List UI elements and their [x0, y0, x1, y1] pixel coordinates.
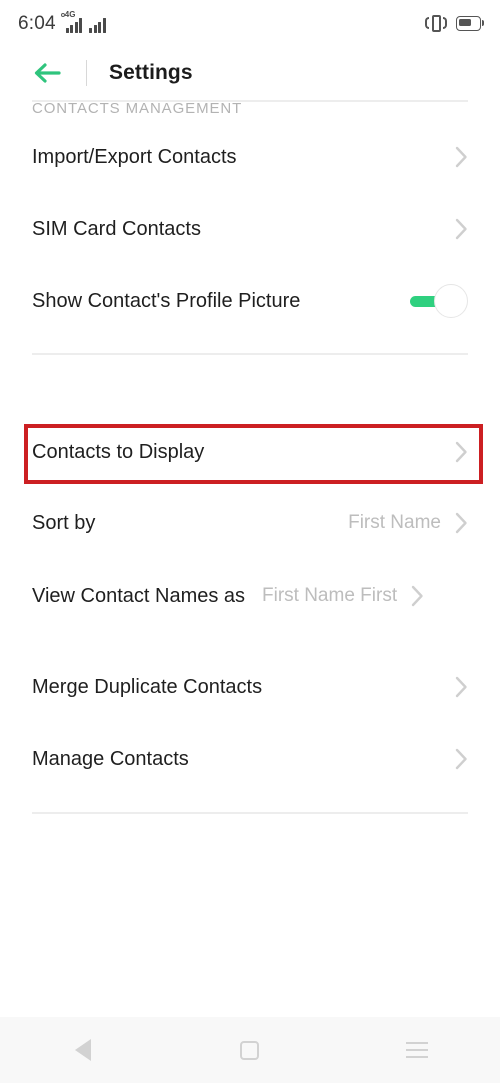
list-item-label: SIM Card Contacts — [32, 217, 201, 240]
status-bar-right — [424, 14, 484, 33]
toggle-knob — [434, 284, 468, 318]
status-bar: 6:04 4G — [0, 0, 500, 46]
list-item-label: Merge Duplicate Contacts — [32, 675, 263, 698]
status-bar-left: 6:04 4G — [18, 9, 106, 34]
app-header: Settings — [0, 46, 500, 100]
divider-above-section — [32, 353, 468, 355]
chevron-right-icon — [455, 441, 468, 463]
divider-below-list — [32, 812, 468, 814]
chevron-right-icon — [411, 585, 424, 607]
page-title: Settings — [109, 61, 193, 84]
signal-bars-icon — [65, 17, 83, 33]
list-item-contacts-to-display[interactable]: Contacts to Display — [0, 425, 500, 479]
list-item-merge-duplicate-contacts[interactable]: Merge Duplicate Contacts — [0, 660, 500, 714]
settings-screen: 6:04 4G Settings Import/Export Contacts … — [0, 0, 500, 1083]
network-type-label: 4G — [64, 9, 76, 19]
list-item-label: Import/Export Contacts — [32, 145, 237, 168]
status-bar-clock: 6:04 — [18, 12, 56, 34]
battery-icon — [456, 15, 484, 31]
chevron-right-icon — [455, 676, 468, 698]
nav-home-icon[interactable] — [205, 1017, 295, 1083]
list-item-import-export-contacts[interactable]: Import/Export Contacts — [0, 130, 500, 184]
list-item-label: Show Contact's Profile Picture — [32, 289, 301, 312]
list-item-label: View Contact Names as — [32, 584, 246, 607]
list-item-sim-card-contacts[interactable]: SIM Card Contacts — [0, 202, 500, 256]
list-item-value: First Name — [348, 512, 441, 533]
show-profile-picture-toggle[interactable] — [410, 284, 468, 318]
back-arrow-icon[interactable] — [34, 61, 64, 85]
list-item-value: First Name First — [262, 585, 398, 606]
list-item-manage-contacts[interactable]: Manage Contacts — [0, 732, 500, 786]
section-header-contacts-management: CONTACTS MANAGEMENT — [32, 100, 243, 117]
nav-recents-icon[interactable] — [372, 1017, 462, 1083]
vibrate-mode-icon — [424, 14, 448, 33]
list-item-view-contact-names-as[interactable]: View Contact Names as First Name First — [0, 558, 500, 634]
nav-back-icon[interactable] — [38, 1017, 128, 1083]
list-item-label: Contacts to Display — [32, 440, 205, 463]
network-indicator-group: 4G — [60, 9, 106, 33]
signal-bars-icon-2 — [89, 17, 106, 33]
list-item-label: Manage Contacts — [32, 747, 189, 770]
chevron-right-icon — [455, 512, 468, 534]
android-navigation-bar — [0, 1017, 500, 1083]
list-item-show-contacts-profile-picture[interactable]: Show Contact's Profile Picture — [0, 274, 500, 328]
chevron-right-icon — [455, 748, 468, 770]
header-divider — [86, 60, 87, 86]
list-item-label: Sort by — [32, 511, 96, 534]
list-item-sort-by[interactable]: Sort by First Name — [0, 496, 500, 550]
chevron-right-icon — [455, 218, 468, 240]
chevron-right-icon — [455, 146, 468, 168]
